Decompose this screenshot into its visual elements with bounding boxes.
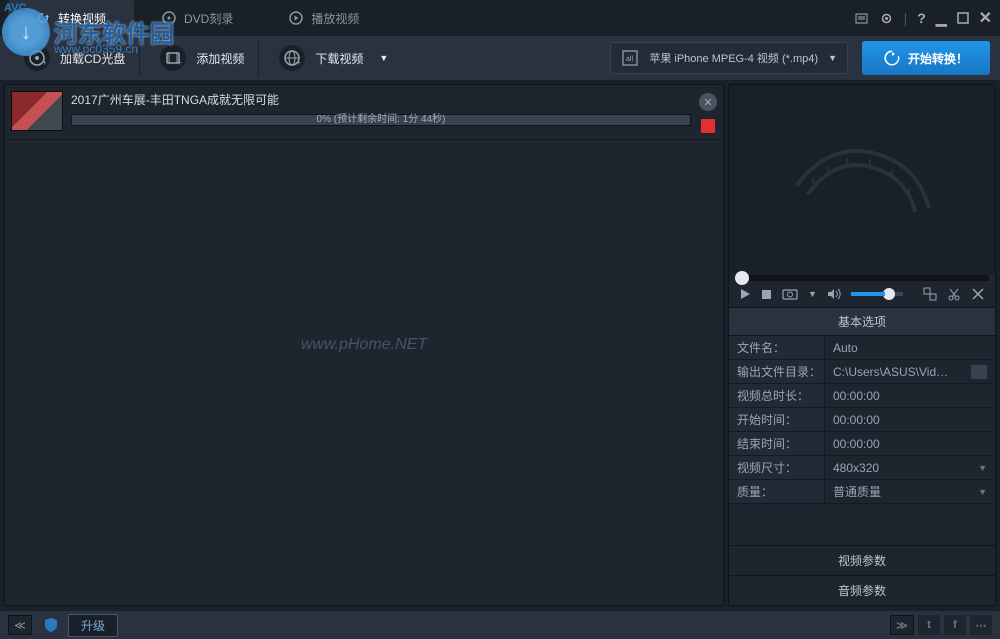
minimize-icon[interactable]: ▁ <box>936 10 947 27</box>
quality-select[interactable]: 普通质量▼ <box>825 480 995 503</box>
tab-label: 转换视频 <box>58 10 106 27</box>
file-item[interactable]: 2017广州车展-丰田TNGA成就无限可能 0% (预计剩余时间: 1分 44秒… <box>5 85 723 140</box>
output-format-selector[interactable]: all 苹果 iPhone MPEG-4 视频 (*.mp4) ▼ <box>610 42 848 74</box>
cut-icon[interactable] <box>947 287 961 301</box>
twitter-icon[interactable]: t <box>918 615 940 635</box>
center-watermark: www.pHome.NET <box>301 336 427 354</box>
progress-bar: 0% (预计剩余时间: 1分 44秒) <box>71 114 691 126</box>
disc-icon <box>162 11 176 25</box>
browse-folder-icon[interactable] <box>971 365 987 379</box>
tab-convert-video[interactable]: 转换视频 <box>8 0 134 36</box>
shield-icon <box>44 617 58 633</box>
collapse-right-button[interactable]: ≫ <box>890 615 914 635</box>
volume-slider[interactable] <box>851 292 903 296</box>
play-circle-icon <box>289 11 303 25</box>
volume-icon[interactable] <box>827 288 841 300</box>
video-thumbnail <box>11 91 63 131</box>
svg-text:+: + <box>42 58 46 67</box>
player-controls: ▼ <box>729 281 995 307</box>
chevron-down-icon: ▼ <box>379 53 388 63</box>
load-cd-button[interactable]: + 加载CD光盘 <box>10 40 140 76</box>
download-video-button[interactable]: + 下载视频 ▼ <box>265 40 402 76</box>
tab-bar: 转换视频 DVD刻录 播放视频 | ? ▁ ✕ <box>0 0 1000 36</box>
add-video-button[interactable]: + 添加视频 <box>146 40 259 76</box>
video-params-section[interactable]: 视频参数 <box>729 545 995 575</box>
filename-field[interactable]: Auto <box>825 336 995 359</box>
svg-text:+: + <box>177 58 182 67</box>
toolbar: + 加载CD光盘 + 添加视频 + 下载视频 ▼ all 苹果 iPhone M… <box>0 36 1000 80</box>
menu-icon[interactable] <box>854 11 869 26</box>
basic-options-header: 基本选项 <box>729 307 995 336</box>
snapshot-icon[interactable] <box>782 288 798 300</box>
tab-label: 播放视频 <box>311 10 359 27</box>
maximize-icon[interactable] <box>957 12 969 24</box>
tab-label: DVD刻录 <box>184 10 233 27</box>
stop-icon[interactable] <box>761 289 772 300</box>
play-icon[interactable] <box>739 288 751 300</box>
globe-plus-icon: + <box>279 45 305 71</box>
start-time-field[interactable]: 00:00:00 <box>825 408 995 431</box>
film-plus-icon: + <box>160 45 186 71</box>
file-title: 2017广州车展-丰田TNGA成就无限可能 <box>71 91 691 108</box>
link-icon[interactable] <box>923 287 937 301</box>
svg-text:+: + <box>296 58 301 67</box>
right-panel: ▼ 基本选项 文件名：Auto 输出文件目录：C:\Users\ASUS\Vid… <box>728 84 996 606</box>
bottom-bar: ≪ 升级 ≫ t f ⋯ <box>0 611 1000 639</box>
chevron-down-icon: ▼ <box>828 53 837 63</box>
refresh-icon <box>884 50 900 66</box>
file-list: 2017广州车展-丰田TNGA成就无限可能 0% (预计剩余时间: 1分 44秒… <box>4 84 724 606</box>
start-convert-button[interactable]: 开始转换！ <box>862 41 990 75</box>
svg-text:all: all <box>626 56 633 63</box>
remove-item-button[interactable]: ✕ <box>699 93 717 111</box>
seek-bar[interactable] <box>735 275 989 281</box>
close-icon[interactable]: ✕ <box>979 8 992 28</box>
end-time-field[interactable]: 00:00:00 <box>825 432 995 455</box>
crop-icon[interactable] <box>971 287 985 301</box>
window-controls: | ? ▁ ✕ <box>854 8 992 28</box>
audio-params-section[interactable]: 音频参数 <box>729 575 995 605</box>
collapse-left-button[interactable]: ≪ <box>8 615 32 635</box>
help-icon[interactable]: ? <box>917 10 926 26</box>
tab-play-video[interactable]: 播放视频 <box>261 0 387 36</box>
video-preview <box>729 85 995 275</box>
filmstrip-icon <box>792 130 932 230</box>
stop-item-button[interactable] <box>701 119 715 133</box>
refresh-icon <box>36 11 50 25</box>
tab-dvd-burn[interactable]: DVD刻录 <box>134 0 261 36</box>
share-icon[interactable]: ⋯ <box>970 615 992 635</box>
basic-options-table: 文件名：Auto 输出文件目录：C:\Users\ASUS\Videos\...… <box>729 336 995 504</box>
format-grid-icon: all <box>621 49 639 67</box>
gear-icon[interactable] <box>879 11 894 26</box>
facebook-icon[interactable]: f <box>944 615 966 635</box>
duration-value: 00:00:00 <box>825 384 995 407</box>
cd-plus-icon: + <box>24 45 50 71</box>
video-size-select[interactable]: 480x320▼ <box>825 456 995 479</box>
output-dir-field[interactable]: C:\Users\ASUS\Videos\... <box>825 360 995 383</box>
upgrade-button[interactable]: 升级 <box>68 614 118 637</box>
